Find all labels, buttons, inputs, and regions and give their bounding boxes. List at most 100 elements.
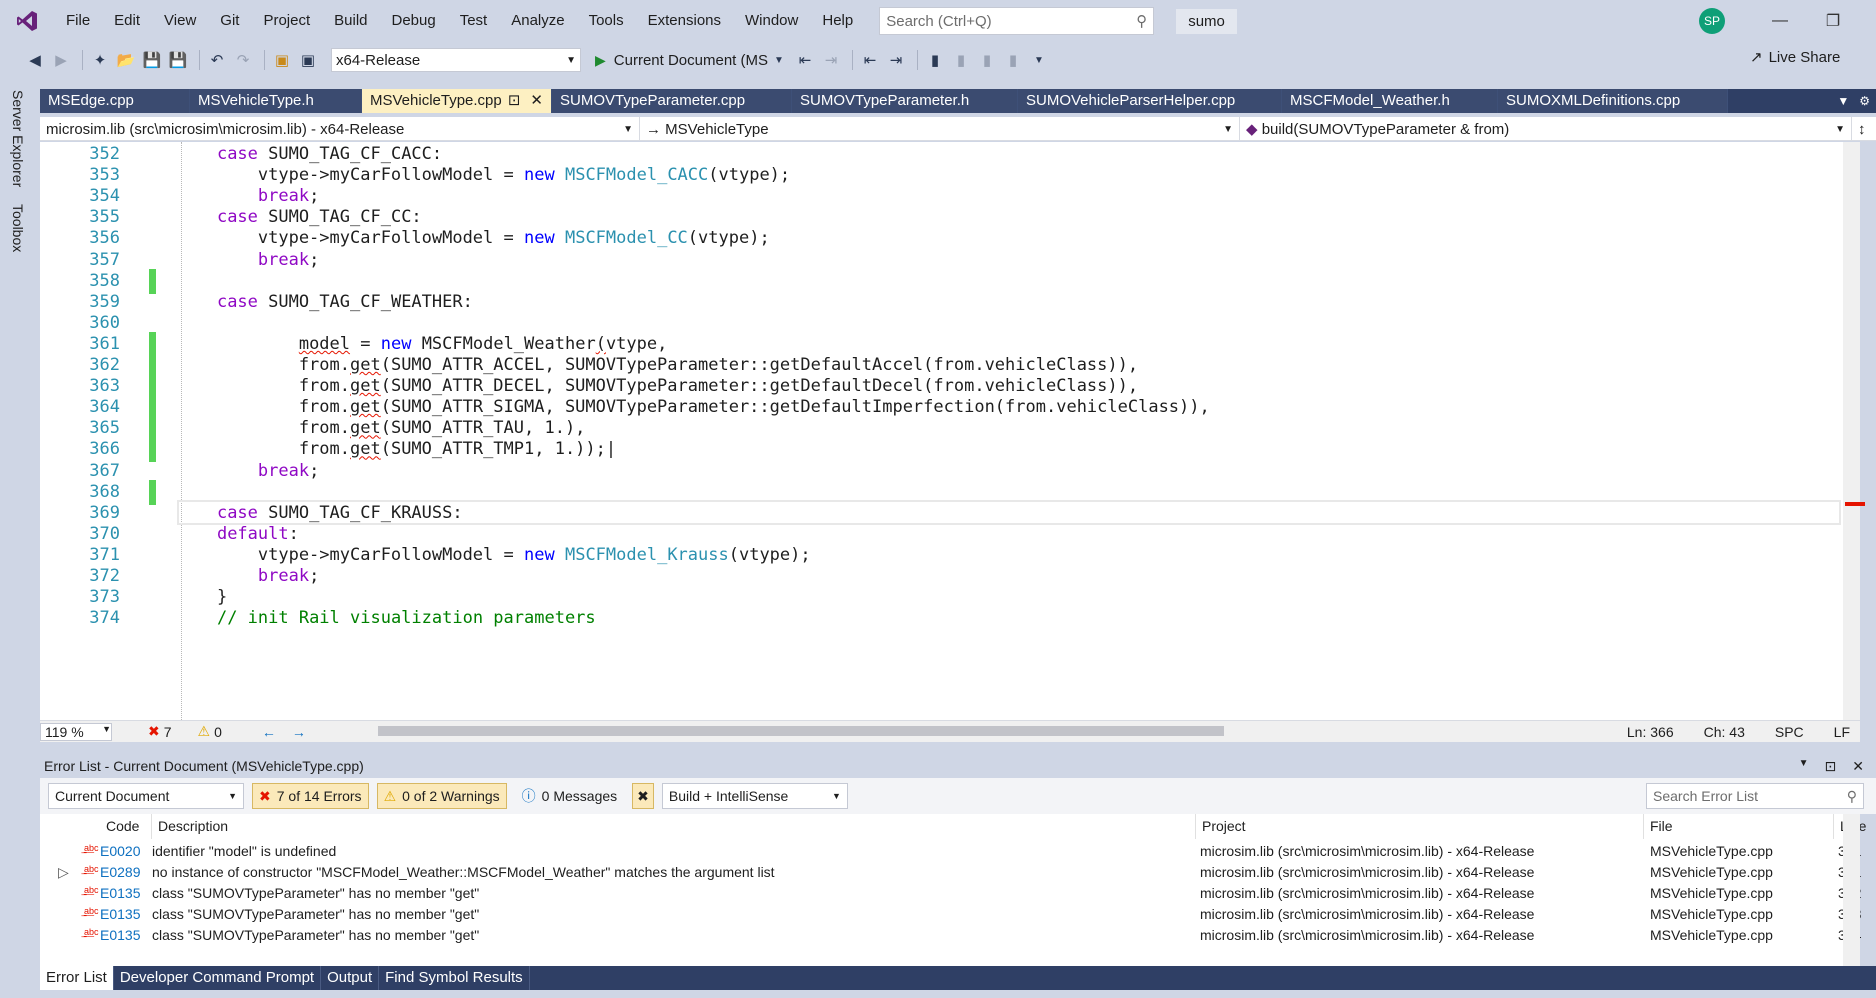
error-search-input[interactable]: Search Error List ⚲ [1646, 783, 1864, 809]
tab-mscfmodel-weather-h[interactable]: MSCFModel_Weather.h [1282, 89, 1498, 113]
menu-test[interactable]: Test [448, 0, 500, 42]
error-code[interactable]: E0135 [100, 923, 152, 948]
step-into-icon[interactable]: ⇤ [794, 49, 816, 71]
save-icon[interactable]: 💾 [141, 49, 163, 71]
avatar[interactable]: SP [1699, 8, 1725, 34]
tab-sumovtypeparameter-h[interactable]: SUMOVTypeParameter.h [792, 89, 1018, 113]
scope-dropdown[interactable]: → MSVehicleType ▼ [640, 117, 1240, 141]
scope-filter-select[interactable]: Current Document ▼ [48, 783, 244, 809]
toolbox-tab[interactable]: Toolbox [10, 204, 26, 252]
errors-filter-button[interactable]: ✖ 7 of 14 Errors [252, 783, 369, 809]
window-position-icon[interactable]: ▼ [1799, 758, 1809, 775]
tab-msvehicletype-cpp[interactable]: MSVehicleType.cpp ⊡ ✕ [362, 89, 552, 113]
intellisense-error-icon: ̲a̲b̲c [84, 906, 99, 916]
menu-file[interactable]: File [54, 0, 102, 42]
tab-sumovtypeparameter-cpp[interactable]: SUMOVTypeParameter.cpp [552, 89, 792, 113]
member-dropdown[interactable]: ◆ build(SUMOVTypeParameter & from) ▼ [1240, 117, 1852, 141]
menu-git[interactable]: Git [208, 0, 251, 42]
clear-bookmarks-icon[interactable]: ▮ [1002, 49, 1024, 71]
column-header-project[interactable]: Project [1196, 814, 1644, 839]
tab-msedge-cpp[interactable]: MSEdge.cpp [40, 89, 190, 113]
warnings-filter-button[interactable]: ⚠ 0 of 2 Warnings [376, 783, 507, 809]
messages-filter-button[interactable]: ⓘ 0 Messages [514, 783, 625, 809]
bookmark-icon[interactable]: ▮ [924, 49, 946, 71]
tab-list-dropdown-icon[interactable]: ▼ [1837, 94, 1849, 108]
pin-icon[interactable]: ⊡ [508, 89, 521, 113]
menu-window[interactable]: Window [733, 0, 810, 42]
server-explorer-tab[interactable]: Server Explorer [10, 90, 26, 187]
menu-help[interactable]: Help [810, 0, 865, 42]
undo-icon[interactable]: ↶ [206, 49, 228, 71]
menu-analyze[interactable]: Analyze [499, 0, 576, 42]
menu-project[interactable]: Project [251, 0, 322, 42]
tab-sumovehicleparserhelper-cpp[interactable]: SUMOVehicleParserHelper.cpp [1018, 89, 1282, 113]
menu-extensions[interactable]: Extensions [636, 0, 733, 42]
pin-icon[interactable]: ⊡ [1825, 758, 1837, 775]
code-line[interactable]: 374 // init Rail visualization parameter… [40, 606, 1840, 631]
editor-horizontal-scrollbar-thumb[interactable] [378, 726, 1224, 736]
error-icon: ✖ [148, 723, 160, 739]
step-over-icon[interactable]: ⇥ [820, 49, 842, 71]
indent-mode[interactable]: SPC [1775, 724, 1804, 740]
nav-back-icon[interactable]: ← [262, 724, 276, 740]
open-folder-icon[interactable]: 📂 [115, 49, 137, 71]
clear-filter-icon[interactable]: ✖ [632, 783, 654, 809]
start-debugging-button[interactable]: ▶ Current Document (MS [595, 52, 768, 69]
project-dropdown-value: microsim.lib (src\microsim\microsim.lib)… [46, 120, 405, 138]
indent-icon[interactable]: ⇥ [885, 49, 907, 71]
chevron-down-icon[interactable]: ▼ [768, 49, 790, 71]
line-ending[interactable]: LF [1834, 724, 1850, 740]
source-filter-select[interactable]: Build + IntelliSense ▼ [661, 783, 848, 809]
editor-vertical-scrollbar[interactable] [1843, 142, 1860, 720]
error-list-scrollbar[interactable] [1843, 814, 1860, 966]
find-in-files-icon[interactable]: ▣ [271, 49, 293, 71]
nav-forward-icon[interactable]: → [292, 724, 306, 740]
column-header-code[interactable]: Code [100, 814, 152, 839]
screenshot-icon[interactable]: ▣ [297, 49, 319, 71]
errors-filter-label: 7 of 14 Errors [276, 788, 362, 804]
close-icon[interactable]: ✕ [530, 89, 543, 113]
menu-build[interactable]: Build [322, 0, 379, 42]
next-bookmark-icon[interactable]: ▮ [976, 49, 998, 71]
warning-count[interactable]: 0 [214, 724, 222, 740]
prev-bookmark-icon[interactable]: ▮ [950, 49, 972, 71]
messages-filter-label: 0 Messages [541, 788, 618, 804]
visual-studio-logo-icon[interactable] [14, 8, 40, 34]
tab-sumoxmldefinitions-cpp[interactable]: SUMOXMLDefinitions.cpp [1498, 89, 1728, 113]
minimize-icon[interactable]: — [1765, 8, 1795, 34]
tab-developer-command-prompt[interactable]: Developer Command Prompt [114, 966, 322, 990]
tab-find-symbol-results[interactable]: Find Symbol Results [379, 966, 530, 990]
error-count[interactable]: 7 [164, 724, 172, 740]
menu-view[interactable]: View [152, 0, 208, 42]
project-dropdown[interactable]: microsim.lib (src\microsim\microsim.lib)… [40, 117, 640, 141]
save-all-icon[interactable]: 💾 [167, 49, 189, 71]
new-project-icon[interactable]: ✦ [89, 49, 111, 71]
solution-configuration-select[interactable]: x64-Release ▼ [331, 48, 581, 72]
search-input[interactable]: Search (Ctrl+Q) ⚲ [879, 7, 1155, 35]
tab-msvehicletype-h[interactable]: MSVehicleType.h [190, 89, 362, 113]
column-header-description[interactable]: Description [152, 814, 1196, 839]
outdent-icon[interactable]: ⇤ [859, 49, 881, 71]
error-description: class "SUMOVTypeParameter" has no member… [152, 927, 480, 943]
forward-icon[interactable]: ▶ [50, 49, 72, 71]
menu-tools[interactable]: Tools [577, 0, 636, 42]
gear-icon[interactable]: ⚙ [1859, 94, 1870, 108]
menu-edit[interactable]: Edit [102, 0, 152, 42]
toolbar-overflow-icon[interactable]: ▼ [1028, 49, 1050, 71]
error-list-title: Error List - Current Document (MSVehicle… [44, 758, 364, 774]
cursor-line: Ln: 366 [1626, 723, 1674, 740]
tab-error-list[interactable]: Error List [40, 966, 114, 990]
redo-icon[interactable]: ↷ [232, 49, 254, 71]
error-row[interactable]: ̲a̲b̲c E0135 class "SUMOVTypeParameter" ha… [40, 923, 1861, 948]
restore-icon[interactable]: ❐ [1818, 8, 1848, 34]
zoom-select[interactable]: 119 % ▼ [40, 722, 112, 741]
live-share-button[interactable]: ↗ Live Share [1750, 48, 1840, 67]
menu-debug[interactable]: Debug [380, 0, 448, 42]
column-header-file[interactable]: File [1644, 814, 1834, 839]
split-icon[interactable]: ↕ [1852, 117, 1876, 141]
close-icon[interactable]: ✕ [1852, 758, 1864, 775]
scope-filter-value: Current Document [55, 788, 170, 804]
code-editor[interactable]: 352 case SUMO_TAG_CF_CACC: 353 vtype->myC… [40, 142, 1860, 720]
back-icon[interactable]: ◀ [24, 49, 46, 71]
tab-output[interactable]: Output [321, 966, 380, 990]
